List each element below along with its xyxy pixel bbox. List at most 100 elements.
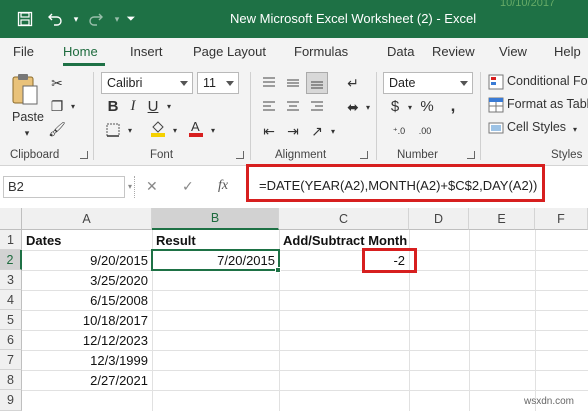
number-format-combo[interactable]: Date (383, 72, 473, 94)
column-header-a[interactable]: A (22, 208, 152, 230)
alignment-group-label: Alignment (275, 149, 327, 161)
conditional-formatting-label[interactable]: Conditional For (507, 74, 588, 88)
orientation-dropdown-icon[interactable]: ▾ (324, 122, 342, 140)
insert-function-icon[interactable]: fx (218, 178, 228, 194)
underline-dropdown-icon[interactable]: ▾ (160, 97, 178, 115)
paste-label[interactable]: Paste (12, 110, 44, 124)
font-launcher-icon[interactable] (236, 151, 244, 159)
align-right-icon[interactable] (308, 98, 326, 116)
row-header-2[interactable]: 2 (0, 250, 22, 270)
select-all-corner[interactable] (0, 208, 22, 230)
cut-icon[interactable]: ✂ (48, 74, 66, 92)
cell-a6[interactable]: 12/12/2023 (23, 331, 151, 351)
align-bottom-icon[interactable] (306, 72, 328, 94)
font-size-value: 11 (203, 76, 216, 90)
chevron-down-icon (180, 81, 188, 86)
paste-icon[interactable] (10, 72, 40, 108)
row-header-9[interactable]: 9 (0, 390, 22, 411)
tab-data[interactable]: Data (387, 44, 414, 59)
alignment-launcher-icon[interactable] (360, 151, 368, 159)
increase-decimal-icon[interactable]: ⁺.0 (390, 122, 408, 140)
tab-review[interactable]: Review (432, 44, 475, 59)
align-center-icon[interactable] (284, 98, 302, 116)
cell-a7[interactable]: 12/3/1999 (23, 351, 151, 371)
cell-a4[interactable]: 6/15/2008 (23, 291, 151, 311)
align-left-icon[interactable] (260, 98, 278, 116)
font-size-combo[interactable]: 11 (197, 72, 239, 94)
cell-a5[interactable]: 10/18/2017 (23, 311, 151, 331)
title-bar: 10/10/2017 ▾ ▾ ⏷ New Microsoft Excel Wor… (0, 0, 588, 38)
customize-toolbar-icon[interactable]: ⏷ (121, 9, 141, 29)
save-icon[interactable] (15, 9, 35, 29)
cell-styles-label[interactable]: Cell Styles (507, 120, 566, 134)
redo-icon[interactable] (86, 9, 106, 29)
copy-dropdown-icon[interactable]: ▾ (64, 97, 82, 115)
font-color-icon[interactable]: A (187, 119, 205, 137)
increase-indent-icon[interactable]: ⇥ (284, 122, 302, 140)
tab-view[interactable]: View (499, 44, 527, 59)
tab-home[interactable]: Home (63, 44, 98, 59)
group-divider (480, 72, 481, 160)
column-header-b[interactable]: B (152, 208, 279, 230)
format-painter-icon[interactable]: 🖌 (48, 120, 66, 138)
column-header-e[interactable]: E (469, 208, 535, 230)
conditional-formatting-icon[interactable] (487, 73, 505, 91)
row-header-7[interactable]: 7 (0, 350, 22, 370)
borders-icon[interactable] (104, 121, 122, 139)
worksheet-grid[interactable]: A B C D E F 1 2 3 4 5 6 7 8 9 Dates Resu… (0, 208, 588, 411)
undo-dropdown-icon[interactable]: ▾ (66, 9, 86, 29)
row-header-1[interactable]: 1 (0, 230, 22, 250)
cell-styles-dropdown-icon[interactable]: ▾ (566, 120, 584, 138)
align-middle-icon[interactable] (284, 74, 302, 92)
column-header-f[interactable]: F (535, 208, 588, 230)
name-box-dropdown-icon[interactable]: ▾ (128, 182, 132, 191)
column-header-c[interactable]: C (279, 208, 409, 230)
tab-insert[interactable]: Insert (130, 44, 163, 59)
gridline (469, 230, 470, 411)
decrease-decimal-icon[interactable]: .00 (416, 122, 434, 140)
column-header-d[interactable]: D (409, 208, 469, 230)
cell-b1[interactable]: Result (153, 231, 278, 251)
align-top-icon[interactable] (260, 74, 278, 92)
row-header-8[interactable]: 8 (0, 370, 22, 390)
borders-dropdown-icon[interactable]: ▾ (121, 121, 139, 139)
formula-bar-splitter[interactable] (134, 176, 135, 198)
tab-file[interactable]: File (13, 44, 34, 59)
cell-a1[interactable]: Dates (23, 231, 151, 251)
percent-icon[interactable]: % (418, 97, 436, 115)
tab-help[interactable]: Help (554, 44, 581, 59)
undo-icon[interactable] (45, 9, 65, 29)
format-as-table-label[interactable]: Format as Table (507, 97, 588, 111)
enter-icon[interactable]: ✓ (182, 178, 194, 195)
font-color-dropdown-icon[interactable]: ▾ (204, 121, 222, 139)
format-as-table-icon[interactable] (487, 96, 505, 114)
paste-dropdown-icon[interactable]: ▾ (18, 124, 36, 142)
tab-formulas[interactable]: Formulas (294, 44, 348, 59)
comma-style-icon[interactable]: , (444, 96, 462, 115)
fill-color-dropdown-icon[interactable]: ▾ (166, 121, 184, 139)
bold-icon[interactable]: B (104, 97, 122, 115)
merge-dropdown-icon[interactable]: ▾ (359, 98, 377, 116)
row-header-3[interactable]: 3 (0, 270, 22, 290)
group-divider (250, 72, 251, 160)
number-launcher-icon[interactable] (467, 151, 475, 159)
italic-icon[interactable]: I (124, 97, 142, 115)
clipboard-launcher-icon[interactable] (80, 151, 88, 159)
tab-page-layout[interactable]: Page Layout (193, 44, 266, 59)
fill-color-icon[interactable] (149, 119, 167, 137)
wrap-text-icon[interactable]: ↵ (344, 74, 362, 92)
name-box[interactable]: B2 (3, 176, 125, 198)
cell-styles-icon[interactable] (487, 119, 505, 137)
group-divider (93, 72, 94, 160)
ribbon-tabs: File Home Insert Page Layout Formulas Da… (0, 38, 588, 66)
row-header-5[interactable]: 5 (0, 310, 22, 330)
currency-dropdown-icon[interactable]: ▾ (401, 98, 419, 116)
font-name-combo[interactable]: Calibri (101, 72, 193, 94)
row-header-4[interactable]: 4 (0, 290, 22, 310)
row-header-6[interactable]: 6 (0, 330, 22, 350)
cell-a2[interactable]: 9/20/2015 (23, 251, 151, 271)
cell-a8[interactable]: 2/27/2021 (23, 371, 151, 391)
decrease-indent-icon[interactable]: ⇤ (260, 122, 278, 140)
cancel-icon[interactable]: ✕ (146, 178, 158, 195)
cell-a3[interactable]: 3/25/2020 (23, 271, 151, 291)
